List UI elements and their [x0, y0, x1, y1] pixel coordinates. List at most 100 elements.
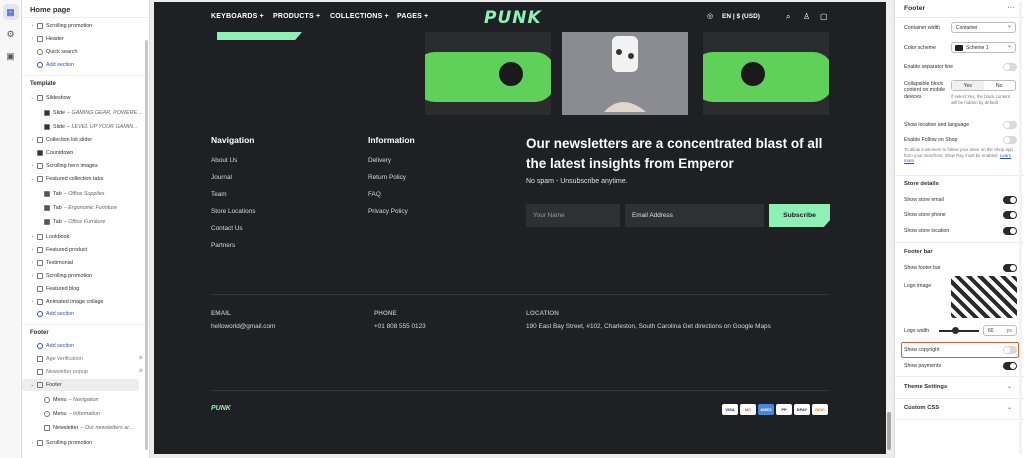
show-payments-toggle[interactable]	[1003, 362, 1017, 370]
logo-width-input[interactable]: 60 px	[983, 325, 1017, 336]
account-icon[interactable]: ♙	[803, 12, 810, 21]
sidebar-item-animated-image-collage[interactable]: › Animated image collage	[22, 296, 146, 308]
cart-icon[interactable]: ▢	[820, 12, 828, 21]
color-scheme-select[interactable]: Scheme 1	[951, 42, 1016, 53]
store-location-toggle[interactable]	[1003, 227, 1017, 235]
yes-option[interactable]: Yes	[952, 81, 984, 90]
store-logo[interactable]: PUNK	[484, 8, 542, 28]
mastercard-icon: MC	[740, 404, 756, 415]
footer-link[interactable]: Team	[211, 191, 227, 198]
sections-icon[interactable]: ▦	[2, 4, 19, 20]
slide-button[interactable]	[217, 32, 302, 40]
footer-link[interactable]: Contact Us	[211, 225, 243, 232]
link-icon	[44, 411, 50, 417]
sidebar-item-scrolling-promotion[interactable]: › Scrolling promotion	[22, 270, 146, 282]
logo-width-slider-handle[interactable]	[952, 327, 959, 334]
email-value[interactable]: helloworld@gmail.com	[211, 323, 275, 330]
custom-css-toggle[interactable]: Custom CSS	[904, 405, 939, 411]
sidebar-item-menu-navigation[interactable]: Menu – Navigation	[22, 394, 146, 406]
search-icon[interactable]: ⌕	[786, 12, 790, 22]
footer-link[interactable]: FAQ	[368, 191, 381, 198]
newsletter-icon	[44, 425, 50, 431]
sidebar-item-tab[interactable]: Tab – Ergonomic Furniture	[22, 202, 146, 214]
no-option[interactable]: No	[984, 81, 1016, 90]
sidebar-item-slide[interactable]: Slide – GAMING GEAR, POWERE...	[22, 107, 146, 119]
sidebar-item-collection-list-slider[interactable]: › Collection list slider	[22, 134, 146, 146]
footer-link[interactable]: Return Policy	[368, 174, 406, 181]
more-icon[interactable]: ···	[1007, 3, 1015, 12]
nav-products[interactable]: PRODUCTS +	[273, 13, 320, 20]
globe-icon[interactable]: ◎	[707, 12, 713, 20]
subscribe-button[interactable]: Subscribe	[769, 204, 830, 227]
eye-hidden-icon[interactable]: ⊘	[139, 368, 143, 374]
follow-shop-help: To allow customers to follow your store …	[904, 147, 1013, 164]
sidebar-item-header[interactable]: › Header	[22, 33, 146, 45]
theme-settings-toggle[interactable]: Theme Settings	[904, 384, 947, 390]
footer-link[interactable]: Journal	[211, 174, 232, 181]
nav-pages[interactable]: PAGES +	[397, 13, 428, 20]
sidebar-item-featured-collection-tabs[interactable]: ⌄ Featured collection tabs	[22, 173, 146, 185]
sidebar-item-newsletter[interactable]: Newsletter – Our newsletters ar...	[22, 422, 146, 434]
panel-scrollbar[interactable]	[1019, 2, 1022, 454]
section-icon	[37, 356, 43, 362]
collapsible-segment[interactable]: Yes No	[951, 80, 1016, 91]
sidebar-item-slide[interactable]: Slide – LEVEL UP YOUR GAMIN...	[22, 121, 146, 133]
location-value[interactable]: 190 East Bay Street, #102, Charleston, S…	[526, 323, 771, 330]
add-section-header-button[interactable]: Add section	[22, 59, 146, 71]
sidebar-item-scrolling-hero-images[interactable]: › Scrolling hero images	[22, 160, 146, 172]
sidebar-item-menu-information[interactable]: Menu – Information	[22, 408, 146, 420]
gear-icon[interactable]: ⚙	[3, 26, 19, 42]
payment-icons: VISA MC AMEX PP DPAY DISC	[722, 404, 830, 415]
sidebar-item-slideshow[interactable]: ⌄ Slideshow	[22, 92, 146, 104]
footer-link[interactable]: Privacy Policy	[368, 208, 408, 215]
preview-scrollbar[interactable]	[886, 2, 892, 454]
sidebar-item-tab[interactable]: Tab – Office Supplies	[22, 188, 146, 200]
sidebar-item-newsletter-popup[interactable]: Newsletter popup	[22, 366, 146, 378]
show-footer-bar-toggle[interactable]	[1003, 264, 1017, 272]
section-icon	[37, 440, 43, 446]
separator-line	[211, 390, 829, 391]
sidebar-item-scrolling-promotion[interactable]: › Scrolling promotion	[22, 437, 146, 449]
page-title[interactable]: Home page	[22, 0, 149, 18]
preview-scrollbar-thumb[interactable]	[887, 412, 891, 450]
sidebar-item-lookbook[interactable]: › Lookbook	[22, 231, 146, 243]
separator-toggle[interactable]	[1003, 63, 1017, 71]
logo-image-picker[interactable]	[951, 276, 1017, 318]
show-location-toggle[interactable]	[1003, 121, 1017, 129]
footer-link[interactable]: Delivery	[368, 157, 391, 164]
chevron-down-icon[interactable]: ⌄	[1007, 404, 1012, 411]
nav-keyboards[interactable]: KEYBOARDS +	[211, 13, 264, 20]
sidebar-item-featured-product[interactable]: › Featured product	[22, 244, 146, 256]
footer-link[interactable]: Partners	[211, 242, 235, 249]
sidebar-item-age-verification[interactable]: Age verification	[22, 353, 146, 365]
logo-width-slider-track[interactable]	[939, 330, 979, 332]
email-input[interactable]: Email Address	[625, 204, 764, 227]
sidebar-item-quick-search[interactable]: Quick search	[22, 46, 146, 58]
add-section-template-button[interactable]: Add section	[22, 308, 146, 320]
footer-link[interactable]: Store Locations	[211, 208, 255, 215]
sidebar-item-scrolling-promotion[interactable]: › Scrolling promotion	[22, 20, 146, 32]
sidebar-item-testimonial[interactable]: › Testimonial	[22, 257, 146, 269]
follow-shop-toggle[interactable]	[1003, 136, 1017, 144]
link-icon	[44, 397, 50, 403]
store-email-toggle[interactable]	[1003, 196, 1017, 204]
footer-link[interactable]: About Us	[211, 157, 237, 164]
store-phone-toggle[interactable]	[1003, 211, 1017, 219]
email-label: EMAIL	[211, 310, 231, 317]
apps-icon[interactable]: ▣	[3, 48, 19, 64]
add-section-footer-button[interactable]: Add section	[22, 340, 146, 352]
name-input[interactable]: Your Name	[526, 204, 620, 227]
phone-value[interactable]: +01 808 555 0123	[374, 323, 426, 330]
sidebar-item-tab[interactable]: Tab – Office Furniture	[22, 216, 146, 228]
chevron-down-icon[interactable]: ⌄	[1007, 383, 1012, 390]
sidebar-item-featured-blog[interactable]: Featured blog	[22, 283, 146, 295]
locale-selector[interactable]: EN | $ (USD)	[722, 13, 760, 20]
eye-hidden-icon[interactable]: ⊘	[139, 355, 143, 361]
footer-logo[interactable]: PUNK	[211, 405, 231, 412]
sidebar-scrollbar[interactable]	[145, 40, 148, 450]
sidebar-item-footer[interactable]: ⌄ Footer	[22, 379, 139, 391]
nav-collections[interactable]: COLLECTIONS +	[330, 13, 389, 20]
sidebar-item-countdown[interactable]: Countdown	[22, 147, 146, 159]
container-width-select[interactable]: Container	[951, 22, 1016, 33]
divider	[22, 75, 146, 76]
